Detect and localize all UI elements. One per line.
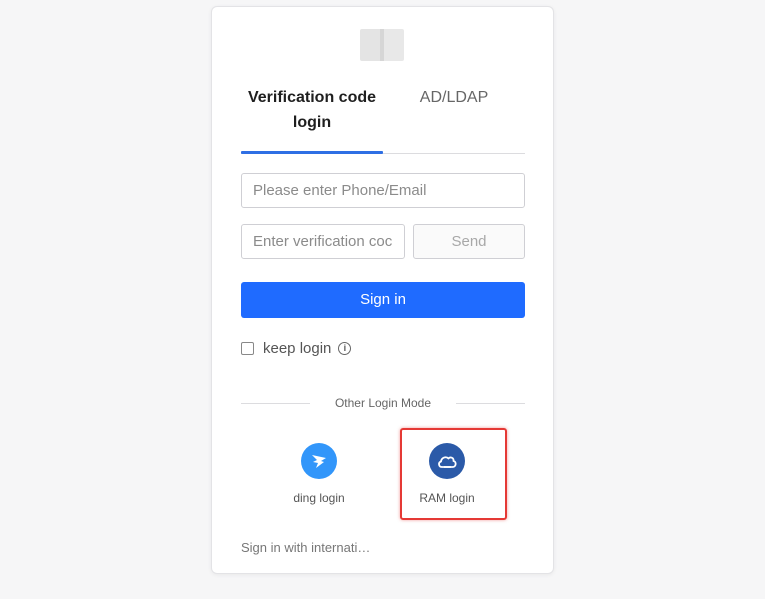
active-tab-indicator (241, 151, 383, 154)
ram-login-highlight-box (400, 428, 507, 520)
dingtalk-icon (301, 443, 337, 479)
keep-login-row: keep login i (241, 338, 352, 358)
login-card: Verification code login AD/LDAP Send Sig… (211, 6, 554, 574)
sign-in-button[interactable]: Sign in (241, 282, 525, 318)
verification-code-input[interactable] (241, 224, 405, 259)
other-login-divider: Other Login Mode (241, 394, 525, 412)
ding-login-button[interactable]: ding login (269, 443, 369, 505)
phone-email-input[interactable] (241, 173, 525, 208)
login-tabs: Verification code login AD/LDAP (241, 85, 525, 155)
keep-login-label: keep login (263, 339, 332, 357)
divider-right (456, 403, 525, 404)
tab-ad-ldap[interactable]: AD/LDAP (391, 85, 517, 110)
tab-verification-code[interactable]: Verification code login (241, 85, 383, 135)
international-sign-in-link[interactable]: Sign in with internati… (241, 540, 370, 555)
keep-login-checkbox[interactable] (241, 341, 254, 355)
info-icon[interactable]: i (338, 341, 352, 355)
send-code-button[interactable]: Send (413, 224, 525, 259)
logo (360, 29, 404, 61)
ding-login-label: ding login (293, 491, 345, 505)
